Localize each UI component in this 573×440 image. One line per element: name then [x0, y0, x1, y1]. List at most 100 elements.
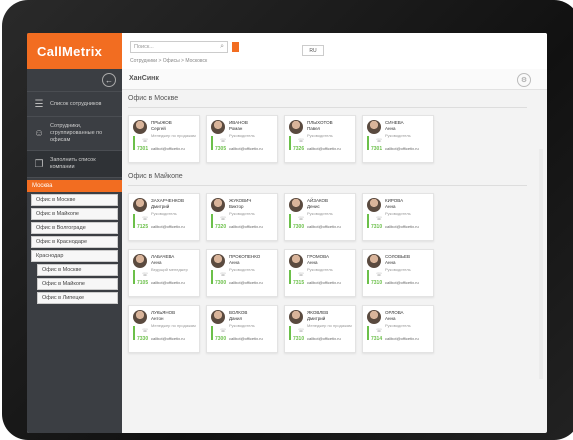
phone-icon: ☏ [142, 216, 149, 222]
employee-email[interactable]: callbot@officetix.ru [229, 336, 263, 341]
back-arrow-icon[interactable]: ← [102, 73, 116, 87]
company-bar: ХанСинк ⚙ [122, 69, 547, 90]
online-status-indicator [211, 136, 213, 150]
employee-name: ЛАБАЧЕВА Анна [151, 254, 175, 265]
employee-card[interactable]: ☏ 7320 ЖУКОВИЧ Виктор Руководитель callbot@o… [206, 193, 278, 241]
employee-role: Руководитель [229, 323, 255, 328]
user-list-icon: ☰ [34, 98, 44, 110]
employee-email[interactable]: callbot@officetix.ru [385, 224, 419, 229]
content-area: Офис в Москве Офис в Майкопе ☏ 7301 ПРЫЖОВ… [122, 89, 547, 433]
employee-email[interactable]: callbot@officetix.ru [385, 336, 419, 341]
employee-card[interactable]: ☏ 7300 ПРОКОПЕНКО Анна Руководитель callbot@… [206, 249, 278, 297]
users-icon: ☺ [33, 128, 45, 139]
language-select[interactable]: RU [302, 45, 324, 56]
avatar [289, 198, 303, 212]
avatar [211, 254, 225, 268]
filter-button[interactable] [232, 42, 239, 52]
employee-name: ПЛЫХОТОВ Павел [307, 120, 333, 131]
employee-card[interactable]: ☏ 7330 ЛУКЬЯНОВ Антон Менеджер по продажам c… [128, 305, 200, 353]
phone-icon: ☏ [142, 328, 149, 334]
employee-email[interactable]: callbot@officetix.ru [151, 280, 185, 285]
settings-icon[interactable]: ⚙ [517, 73, 531, 87]
employee-card[interactable]: ☏ 7326 ПЛЫХОТОВ Павел Руководитель callbot@o… [284, 115, 356, 163]
employee-name: СИНЕВА Анна [385, 120, 404, 131]
employee-card[interactable]: ☏ 7300 ВОЛКОВ Данил Руководитель callbot@off… [206, 305, 278, 353]
phone-icon: ☏ [376, 216, 383, 222]
employee-email[interactable]: callbot@officetix.ru [385, 146, 419, 151]
employee-name: ЛУКЬЯНОВ Антон [151, 310, 176, 321]
phone-icon: ☏ [376, 272, 383, 278]
tree-item[interactable]: Краснодар [31, 250, 118, 262]
employee-name: ЖУКОВИЧ Виктор [229, 198, 252, 209]
phone-icon: ☏ [376, 328, 383, 334]
tree-item[interactable]: Офис в Москве [37, 264, 118, 276]
sidebar-item-grouped[interactable]: ☺ Сотрудники, сгруппированные по офисам [27, 117, 122, 151]
phone-icon: ☏ [298, 138, 305, 144]
employee-email[interactable]: callbot@officetix.ru [307, 336, 341, 341]
employee-email[interactable]: callbot@officetix.ru [229, 146, 263, 151]
employee-role: Менеджер по продажам [307, 323, 352, 328]
tree-item[interactable]: Офис в Волгограде [31, 222, 118, 234]
online-status-indicator [367, 326, 369, 340]
employee-card[interactable]: ☏ 7310 СОЛОВЬЕВ Анна Руководитель callbot@of… [362, 249, 434, 297]
avatar [211, 120, 225, 134]
extension-number: 7301 [137, 146, 149, 152]
employee-email[interactable]: callbot@officetix.ru [229, 280, 263, 285]
employee-email[interactable]: callbot@officetix.ru [307, 146, 341, 151]
tree-item[interactable]: Офис в Краснодаре [31, 236, 118, 248]
sidebar-item-company-list[interactable]: ❐ Заполнить список компании [27, 151, 122, 178]
employee-email[interactable]: callbot@officetix.ru [229, 224, 263, 229]
employee-role: Руководитель [307, 267, 333, 272]
employee-name: ГРОМОВА Анна [307, 254, 329, 265]
employee-card[interactable]: ☏ 7310 КИРОВА Анна Руководитель callbot@offi… [362, 193, 434, 241]
employee-email[interactable]: callbot@officetix.ru [385, 280, 419, 285]
employee-card[interactable]: ☏ 7125 ЗАХАРЧЕНКОВ Дмитрий Руководитель call… [128, 193, 200, 241]
employee-email[interactable]: callbot@officetix.ru [307, 280, 341, 285]
employee-name: КИРОВА Анна [385, 198, 404, 209]
topbar: Поиск... ⌕ RU Сотрудники > Офисы > Моско… [122, 33, 547, 70]
employee-role: Руководитель [385, 323, 411, 328]
employee-card[interactable]: ☏ 7105 ЛАБАЧЕВА Анна Ведущий менеджер callbo… [128, 249, 200, 297]
employee-email[interactable]: callbot@officetix.ru [151, 224, 185, 229]
employee-email[interactable]: callbot@officetix.ru [151, 146, 185, 151]
employee-card[interactable]: ☏ 7300 АЙЗАКОВ Денис Руководитель callbot@of… [284, 193, 356, 241]
online-status-indicator [211, 214, 213, 228]
employee-email[interactable]: callbot@officetix.ru [307, 224, 341, 229]
tree-head[interactable]: Москва [27, 180, 122, 192]
section-title-moscow: Офис в Москве [128, 95, 527, 108]
employee-name: СОЛОВЬЕВ Анна [385, 254, 411, 265]
avatar [133, 120, 147, 134]
tree-item[interactable]: Офис в Липецке [37, 292, 118, 304]
avatar [367, 198, 381, 212]
employee-card[interactable]: ☏ 7305 ИВАНОВ Роман Руководитель callbot@off… [206, 115, 278, 163]
employee-role: Руководитель [151, 211, 177, 216]
extension-number: 7320 [215, 224, 227, 230]
search-input[interactable]: Поиск... ⌕ [130, 41, 228, 53]
employee-name: ПРОКОПЕНКО Анна [229, 254, 261, 265]
employee-email[interactable]: callbot@officetix.ru [151, 336, 185, 341]
extension-number: 7125 [137, 224, 149, 230]
online-status-indicator [289, 326, 291, 340]
extension-number: 7310 [371, 224, 383, 230]
online-status-indicator [133, 214, 135, 228]
employee-card[interactable]: ☏ 7315 ГРОМОВА Анна Руководитель callbot@off… [284, 249, 356, 297]
section-title-maikop: Офис в Майкопе [128, 173, 527, 186]
employee-name: ЯКОВЛЕВ Дмитрий [307, 310, 329, 321]
phone-icon: ☏ [220, 216, 227, 222]
tree-item[interactable]: Офис в Майкопе [31, 208, 118, 220]
extension-number: 7314 [371, 336, 383, 342]
extension-number: 7305 [215, 146, 227, 152]
employee-card[interactable]: ☏ 7301 СИНЕВА Анна Руководитель callbot@offi… [362, 115, 434, 163]
avatar [289, 254, 303, 268]
employee-card[interactable]: ☏ 7314 ОРЛОВА Анна Руководитель callbot@offi… [362, 305, 434, 353]
scrollbar[interactable] [539, 149, 543, 379]
tree-item[interactable]: Офис в Москве [31, 194, 118, 206]
tree-item[interactable]: Офис в Майкопе [37, 278, 118, 290]
sidebar-item-employee-list[interactable]: ☰ Список сотрудников [27, 92, 122, 117]
employee-card[interactable]: ☏ 7301 ПРЫЖОВ Сергей Менеджер по продажам ca… [128, 115, 200, 163]
avatar [133, 254, 147, 268]
employee-card[interactable]: ☏ 7310 ЯКОВЛЕВ Дмитрий Менеджер по продажам… [284, 305, 356, 353]
search-icon[interactable]: ⌕ [220, 43, 224, 51]
logo: CallMetrix [27, 33, 122, 69]
employee-name: ВОЛКОВ Данил [229, 310, 248, 321]
